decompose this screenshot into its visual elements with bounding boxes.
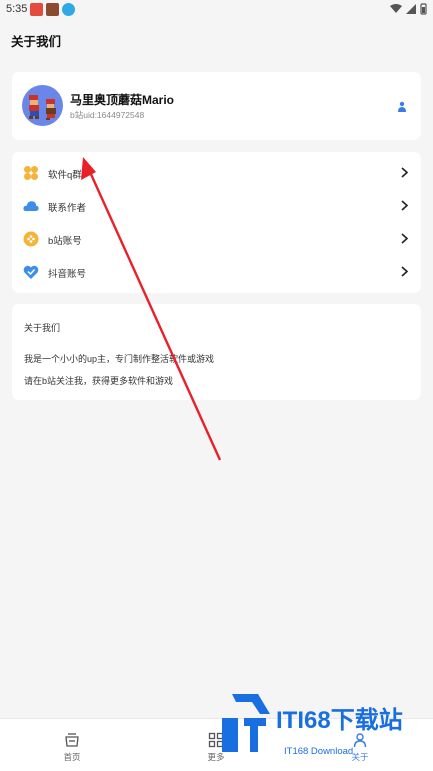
menu-item-douyin-account[interactable]: 抖音账号 <box>12 255 421 288</box>
menu-item-bilibili-account[interactable]: b站账号 <box>12 222 421 255</box>
menu-item-label: 抖音账号 <box>48 269 87 280</box>
profile-card[interactable]: 马里奥顶蘑菇Mario b站uid:1644972548 <box>12 72 421 140</box>
chevron-right-icon <box>401 200 409 211</box>
page-title: 关于我们 <box>11 35 62 49</box>
watermark-subtext: IT168 Download <box>284 746 354 757</box>
avatar <box>22 85 63 126</box>
app-notification-icon <box>30 3 43 16</box>
menu-item-label: 软件q群 <box>48 170 82 181</box>
watermark-logo: ITI68下载站 IT168 Download <box>214 690 429 762</box>
wifi-icon <box>390 4 402 13</box>
home-icon <box>65 733 79 747</box>
menu-item-qq-group[interactable]: 软件q群 <box>12 156 421 189</box>
chevron-right-icon <box>401 233 409 244</box>
watermark-emblem-icon <box>222 694 270 752</box>
app-header: 关于我们 <box>0 20 433 60</box>
links-card: 软件q群 联系作者 b站账号 抖音账号 <box>12 152 421 293</box>
status-indicators <box>390 3 427 15</box>
tab-home[interactable]: 首页 <box>0 719 144 771</box>
download-notification-icon <box>62 3 75 16</box>
menu-item-label: b站账号 <box>48 236 82 247</box>
profile-uid: b站uid:1644972548 <box>70 110 145 120</box>
gamepad-icon <box>23 231 39 247</box>
game-notification-icon <box>46 3 59 16</box>
menu-item-label: 联系作者 <box>48 203 87 214</box>
menu-item-contact-author[interactable]: 联系作者 <box>12 189 421 222</box>
about-title: 关于我们 <box>24 323 61 333</box>
about-description-line: 请在b站关注我，获得更多软件和游戏 <box>24 376 174 386</box>
battery-icon <box>420 3 427 15</box>
clover-icon <box>24 166 38 180</box>
chevron-right-icon <box>401 266 409 277</box>
about-description-line: 我是一个小小的up主，专门制作整活软件或游戏 <box>24 354 215 364</box>
mario-avatar-icon <box>29 95 56 120</box>
profile-name: 马里奥顶蘑菇Mario <box>70 93 175 107</box>
watermark-text: ITI68下载站 <box>276 707 403 734</box>
cellular-icon <box>406 4 416 14</box>
about-card: 关于我们 我是一个小小的up主，专门制作整活软件或游戏 请在b站关注我，获得更多… <box>12 304 421 400</box>
tab-label: 首页 <box>63 752 81 762</box>
person-icon[interactable] <box>395 100 409 114</box>
cloud-icon <box>23 201 39 211</box>
status-time: 5:35 <box>6 3 28 15</box>
status-bar: 5:35 <box>0 0 433 20</box>
heart-shield-icon <box>23 265 39 279</box>
chevron-right-icon <box>401 167 409 178</box>
